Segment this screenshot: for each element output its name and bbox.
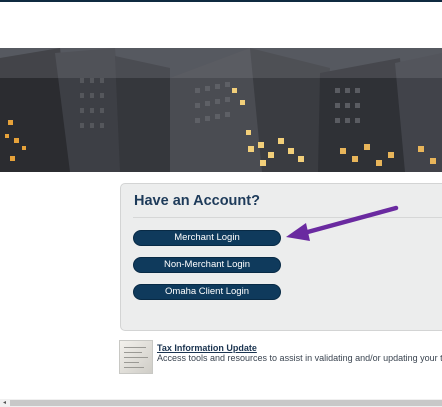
purple-arrow-icon (286, 205, 399, 241)
tax-information-description: Access tools and resources to assist in … (157, 353, 442, 363)
omaha-client-login-button[interactable]: Omaha Client Login (133, 284, 281, 300)
document-thumbnail-icon (119, 340, 153, 374)
non-merchant-login-button[interactable]: Non-Merchant Login (133, 257, 281, 273)
top-bar (0, 0, 442, 2)
tax-information-update-link[interactable]: Tax Information Update (157, 343, 257, 353)
scrollbar-thumb[interactable] (10, 400, 442, 406)
account-panel-title: Have an Account? (134, 193, 260, 209)
merchant-login-button[interactable]: Merchant Login (133, 230, 281, 246)
hero-banner-image (0, 48, 442, 172)
horizontal-scrollbar[interactable]: ◂ (0, 399, 442, 407)
scroll-left-arrow-icon[interactable]: ◂ (0, 399, 9, 407)
